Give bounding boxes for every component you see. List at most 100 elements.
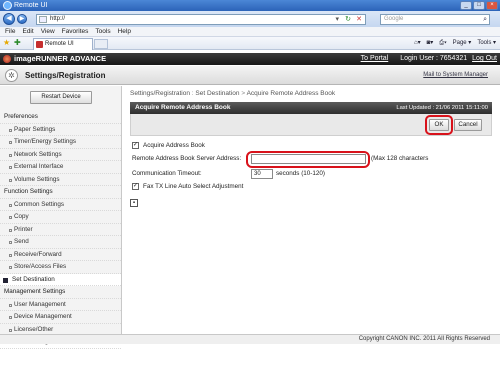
bullet-icon	[9, 178, 12, 182]
product-name: imageRUNNER ADVANCE	[14, 54, 107, 63]
search-input[interactable]: Google ⌕	[380, 14, 490, 25]
sidebar-item-device-management[interactable]: Device Management	[0, 311, 121, 324]
restart-device-button[interactable]: Restart Device	[30, 91, 92, 104]
url-input[interactable]: http:// ▾ ↻ ✕	[36, 14, 366, 25]
sidebar-item-label: Volume Settings	[14, 175, 60, 183]
breadcrumb-item[interactable]: Settings/Registration	[130, 90, 190, 97]
menu-file[interactable]: File	[5, 27, 15, 36]
sidebar-item-printer[interactable]: Printer	[0, 224, 121, 236]
favorites-bar: ★ ✚ Remote UI ⌂▾ ◙▾ ⎙▾ Page ▾ Tools ▾	[0, 37, 500, 50]
bullet-icon	[9, 228, 12, 232]
menu-bar: File Edit View Favorites Tools Help	[0, 27, 500, 37]
ok-button[interactable]: OK	[429, 119, 449, 131]
canon-favicon-icon	[36, 41, 43, 48]
dropdown-arrow-icon[interactable]: ▾	[335, 15, 339, 24]
sidebar-item-label: Store/Access Files	[14, 263, 67, 270]
menu-edit[interactable]: Edit	[22, 27, 33, 36]
acquire-row: ✓ Acquire Address Book	[132, 141, 205, 151]
bullet-icon	[9, 241, 12, 244]
feeds-icon[interactable]: ◙▾	[427, 39, 434, 48]
home-icon[interactable]: ⌂▾	[414, 39, 421, 48]
sidebar-item-receive-forward[interactable]: Receive/Forward	[0, 249, 121, 261]
server-address-input[interactable]	[251, 154, 366, 164]
menu-view[interactable]: View	[41, 27, 55, 36]
sidebar-item-volume-settings[interactable]: Volume Settings	[0, 174, 121, 186]
page-menu[interactable]: Page ▾	[453, 39, 472, 48]
server-address-label: Remote Address Book Server Address:	[132, 155, 242, 162]
to-portal-link[interactable]: To Portal	[361, 55, 389, 62]
sidebar-item-send[interactable]: Send	[0, 236, 121, 249]
logout-link[interactable]: Log Out	[472, 55, 497, 62]
page-title: Settings/Registration	[25, 71, 106, 80]
sidebar-item-label: Receive/Forward	[14, 250, 62, 258]
refresh-icon[interactable]: ↻	[345, 15, 351, 24]
sidebar-item-external-interface[interactable]: External Interface	[0, 161, 121, 174]
window-titlebar: Remote UI _ □ ×	[0, 0, 500, 11]
stop-icon[interactable]: ✕	[356, 15, 362, 24]
minimize-button[interactable]: _	[460, 1, 472, 10]
print-icon[interactable]: ⎙▾	[439, 39, 446, 48]
search-icon[interactable]: ⌕	[483, 15, 487, 24]
browser-tab[interactable]: Remote UI	[33, 38, 93, 50]
sidebar-item-label: Send	[14, 238, 29, 245]
product-logo-icon	[3, 55, 11, 63]
sidebar-item-label: Set Destination	[12, 275, 55, 283]
login-user: Login User : 7654321	[400, 55, 468, 62]
breadcrumb-current: Acquire Remote Address Book	[246, 90, 336, 97]
sidebar-item-label: External Interface	[14, 163, 64, 170]
window-controls: _ □ ×	[460, 1, 498, 10]
new-tab-button[interactable]	[94, 39, 108, 49]
sidebar-item-label: Paper Settings	[14, 125, 56, 133]
settings-gear-icon: ✲	[5, 69, 18, 82]
breadcrumb-item[interactable]: Set Destination	[195, 90, 239, 97]
sidebar-item-store-access-files[interactable]: Store/Access Files	[0, 261, 121, 274]
close-window-button[interactable]: ×	[486, 1, 498, 10]
address-bar: ◀ ▶ http:// ▾ ↻ ✕ Google ⌕	[0, 11, 500, 27]
sidebar-item-paper-settings[interactable]: Paper Settings	[0, 124, 121, 136]
sidebar-item-label: Management Settings	[4, 288, 66, 295]
mail-to-system-manager-link[interactable]: Mail to System Manager	[423, 66, 488, 85]
tools-menu[interactable]: Tools ▾	[477, 39, 496, 48]
copyright-text: Copyright CANON INC. 2011 All Rights Res…	[358, 336, 490, 342]
footer: Copyright CANON INC. 2011 All Rights Res…	[0, 334, 500, 344]
expand-icon[interactable]: ▪	[130, 199, 138, 207]
bullet-icon	[9, 303, 12, 307]
bullet-icon	[9, 216, 12, 219]
timeout-label: Communication Timeout:	[132, 170, 202, 177]
action-bar: OK Cancel	[130, 114, 492, 136]
add-favorite-icon[interactable]: ✚	[14, 38, 21, 47]
menu-tools[interactable]: Tools	[95, 27, 110, 36]
sidebar-section-preferences: Preferences	[0, 111, 121, 124]
bullet-icon	[9, 128, 12, 132]
bullet-icon	[9, 166, 12, 169]
url-text: http://	[50, 16, 66, 22]
forward-button[interactable]: ▶	[17, 14, 27, 24]
sidebar-menu: Preferences Paper Settings Timer/Energy Se…	[0, 111, 121, 349]
sidebar-item-set-destination[interactable]: Set Destination	[0, 273, 121, 286]
back-button[interactable]: ◀	[3, 13, 15, 25]
timeout-row: Communication Timeout:	[132, 169, 202, 179]
main-content: Settings/Registration : Set Destination …	[123, 86, 500, 334]
sidebar-item-copy[interactable]: Copy	[0, 211, 121, 224]
sidebar-item-label: Copy	[14, 213, 29, 220]
sidebar-section-management-settings: Management Settings	[0, 286, 121, 299]
sidebar-item-label: Network Settings	[14, 150, 62, 158]
page-header: ✲ Settings/Registration Mail to System M…	[0, 66, 500, 85]
maximize-button[interactable]: □	[473, 1, 485, 10]
sidebar-item-label: Preferences	[4, 113, 38, 120]
sidebar-item-common-settings[interactable]: Common Settings	[0, 199, 121, 211]
server-address-hint: (Max 128 characters	[371, 155, 429, 162]
fax-line-auto-select-checkbox[interactable]: ✓	[132, 183, 139, 190]
cancel-button[interactable]: Cancel	[454, 119, 482, 131]
favorites-star-icon[interactable]: ★	[3, 38, 10, 47]
menu-favorites[interactable]: Favorites	[62, 27, 89, 36]
timeout-input[interactable]: 30	[251, 169, 273, 179]
sidebar-item-network-settings[interactable]: Network Settings	[0, 149, 121, 161]
acquire-address-book-checkbox[interactable]: ✓	[132, 142, 139, 149]
sidebar-item-user-management[interactable]: User Management	[0, 299, 121, 311]
bullet-icon	[9, 153, 12, 157]
tab-title: Remote UI	[45, 41, 74, 47]
timeout-unit: seconds (10-120)	[276, 170, 326, 177]
menu-help[interactable]: Help	[118, 27, 131, 36]
sidebar-item-timer-energy-settings[interactable]: Timer/Energy Settings	[0, 136, 121, 149]
